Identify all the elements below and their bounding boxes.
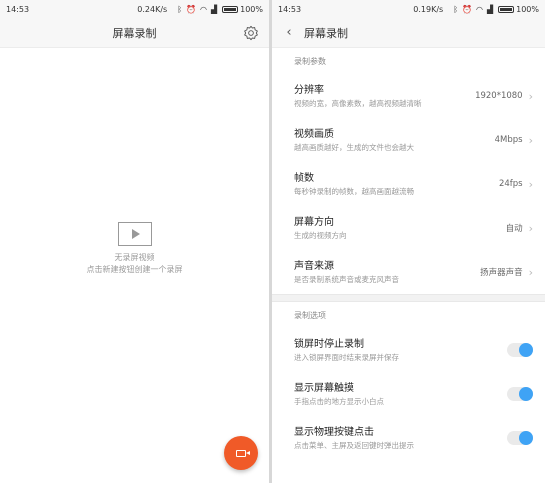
setting-row-show-key-presses: 显示物理按键点击 点击菜单、主屏及返回键时弹出提示 [272, 416, 545, 460]
new-recording-button[interactable] [224, 436, 258, 470]
setting-subtitle: 点击菜单、主屏及返回键时弹出提示 [294, 440, 414, 450]
setting-row-stop-on-lock: 锁屏时停止录制 进入锁屏界面时结束录屏并保存 [272, 328, 545, 372]
bluetooth-icon: ᛒ [177, 4, 183, 14]
setting-subtitle: 每秒钟录制的帧数，越高画面越流畅 [294, 186, 414, 196]
setting-subtitle: 视频的宽，高像素数，越高视频越清晰 [294, 98, 422, 108]
show-key-presses-toggle[interactable] [507, 431, 533, 445]
settings-screen: 14:53 0.19K/s ᛒ ⏰ ◠ ▟ 100% ‹ 屏幕录制 录制参数 分… [272, 0, 545, 483]
empty-state-title: 无录屏视频 [114, 253, 155, 262]
title-bar: ‹ 屏幕录制 [272, 18, 545, 48]
wifi-icon: ◠ [475, 4, 483, 14]
setting-subtitle: 手指点击的地方显示小白点 [294, 396, 384, 406]
section-header-options: 录制选项 [272, 302, 545, 328]
signal-icon: ▟ [486, 4, 494, 14]
alarm-icon: ⏰ [462, 4, 472, 14]
setting-row-resolution[interactable]: 分辨率 视频的宽，高像素数，越高视频越清晰 1920*1080 › [272, 74, 545, 118]
setting-value: 扬声器声音 [480, 268, 523, 278]
setting-title: 显示物理按键点击 [294, 426, 374, 438]
signal-icon: ▟ [210, 4, 218, 14]
recordings-screen: 14:53 0.24K/s ᛒ ⏰ ◠ ▟ 100% 屏幕录制 无录屏视频 点击… [0, 0, 269, 483]
status-net-speed: 0.24K/s [137, 4, 168, 14]
section-divider [272, 294, 545, 302]
bluetooth-icon: ᛒ [453, 4, 459, 14]
setting-subtitle: 是否录制系统声音或麦克风声音 [294, 274, 399, 284]
setting-row-framerate[interactable]: 帧数 每秒钟录制的帧数，越高画面越流畅 24fps › [272, 162, 545, 206]
setting-subtitle: 生成的视频方向 [294, 230, 347, 240]
chevron-right-icon: › [528, 265, 533, 279]
status-battery: 100% [240, 4, 263, 14]
chevron-right-icon: › [528, 133, 533, 147]
setting-title: 帧数 [294, 172, 314, 184]
setting-title: 分辨率 [294, 84, 324, 96]
gear-icon[interactable] [243, 25, 259, 41]
empty-state-hint: 点击新建按钮创建一个录屏 [86, 265, 183, 274]
setting-value: 1920*1080 [475, 91, 523, 101]
empty-state: 无录屏视频 点击新建按钮创建一个录屏 [0, 222, 269, 276]
setting-subtitle: 越高画质越好，生成的文件也会越大 [294, 142, 414, 152]
setting-title: 屏幕方向 [294, 216, 334, 228]
status-battery: 100% [516, 4, 539, 14]
section-header-params: 录制参数 [272, 48, 545, 74]
setting-value: 自动 [505, 224, 523, 234]
status-time: 14:53 [6, 4, 30, 14]
video-play-icon [117, 222, 152, 246]
page-title: 屏幕录制 [112, 26, 157, 40]
page-title: 屏幕录制 [304, 26, 348, 40]
setting-title: 锁屏时停止录制 [294, 338, 364, 350]
setting-row-orientation[interactable]: 屏幕方向 生成的视频方向 自动 › [272, 206, 545, 250]
setting-value: 24fps [498, 179, 523, 189]
status-net-speed: 0.19K/s [413, 4, 444, 14]
show-touches-toggle[interactable] [507, 387, 533, 401]
status-bar: 14:53 0.24K/s ᛒ ⏰ ◠ ▟ 100% [0, 0, 269, 18]
setting-row-quality[interactable]: 视频画质 越高画质越好，生成的文件也会越大 4Mbps › [272, 118, 545, 162]
alarm-icon: ⏰ [186, 4, 196, 14]
setting-title: 显示屏幕触摸 [294, 382, 354, 394]
battery-icon [222, 5, 239, 13]
setting-value: 4Mbps [494, 135, 523, 145]
wifi-icon: ◠ [199, 4, 207, 14]
video-camera-icon [236, 449, 250, 457]
title-bar: 屏幕录制 [0, 18, 269, 48]
stop-on-lock-toggle[interactable] [507, 343, 533, 357]
setting-row-show-touches: 显示屏幕触摸 手指点击的地方显示小白点 [272, 372, 545, 416]
status-bar: 14:53 0.19K/s ᛒ ⏰ ◠ ▟ 100% [272, 0, 545, 18]
back-icon[interactable]: ‹ [278, 25, 300, 40]
status-time: 14:53 [278, 4, 302, 14]
battery-icon [498, 5, 515, 13]
chevron-right-icon: › [528, 89, 533, 103]
setting-title: 声音来源 [294, 260, 334, 272]
chevron-right-icon: › [528, 177, 533, 191]
setting-title: 视频画质 [294, 128, 334, 140]
chevron-right-icon: › [528, 221, 533, 235]
setting-subtitle: 进入锁屏界面时结束录屏并保存 [294, 352, 399, 362]
setting-row-audio-source[interactable]: 声音来源 是否录制系统声音或麦克风声音 扬声器声音 › [272, 250, 545, 294]
